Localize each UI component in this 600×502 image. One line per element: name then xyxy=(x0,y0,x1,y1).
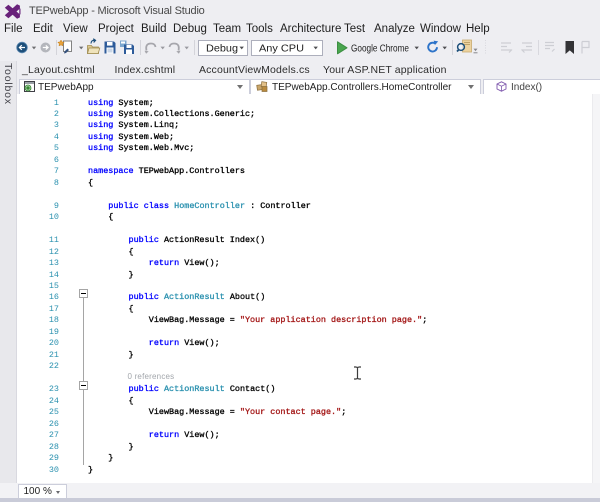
svg-text:Any CPU: Any CPU xyxy=(259,42,304,54)
svg-text:Debug: Debug xyxy=(206,42,238,54)
svg-text:Google Chrome: Google Chrome xyxy=(351,42,409,54)
